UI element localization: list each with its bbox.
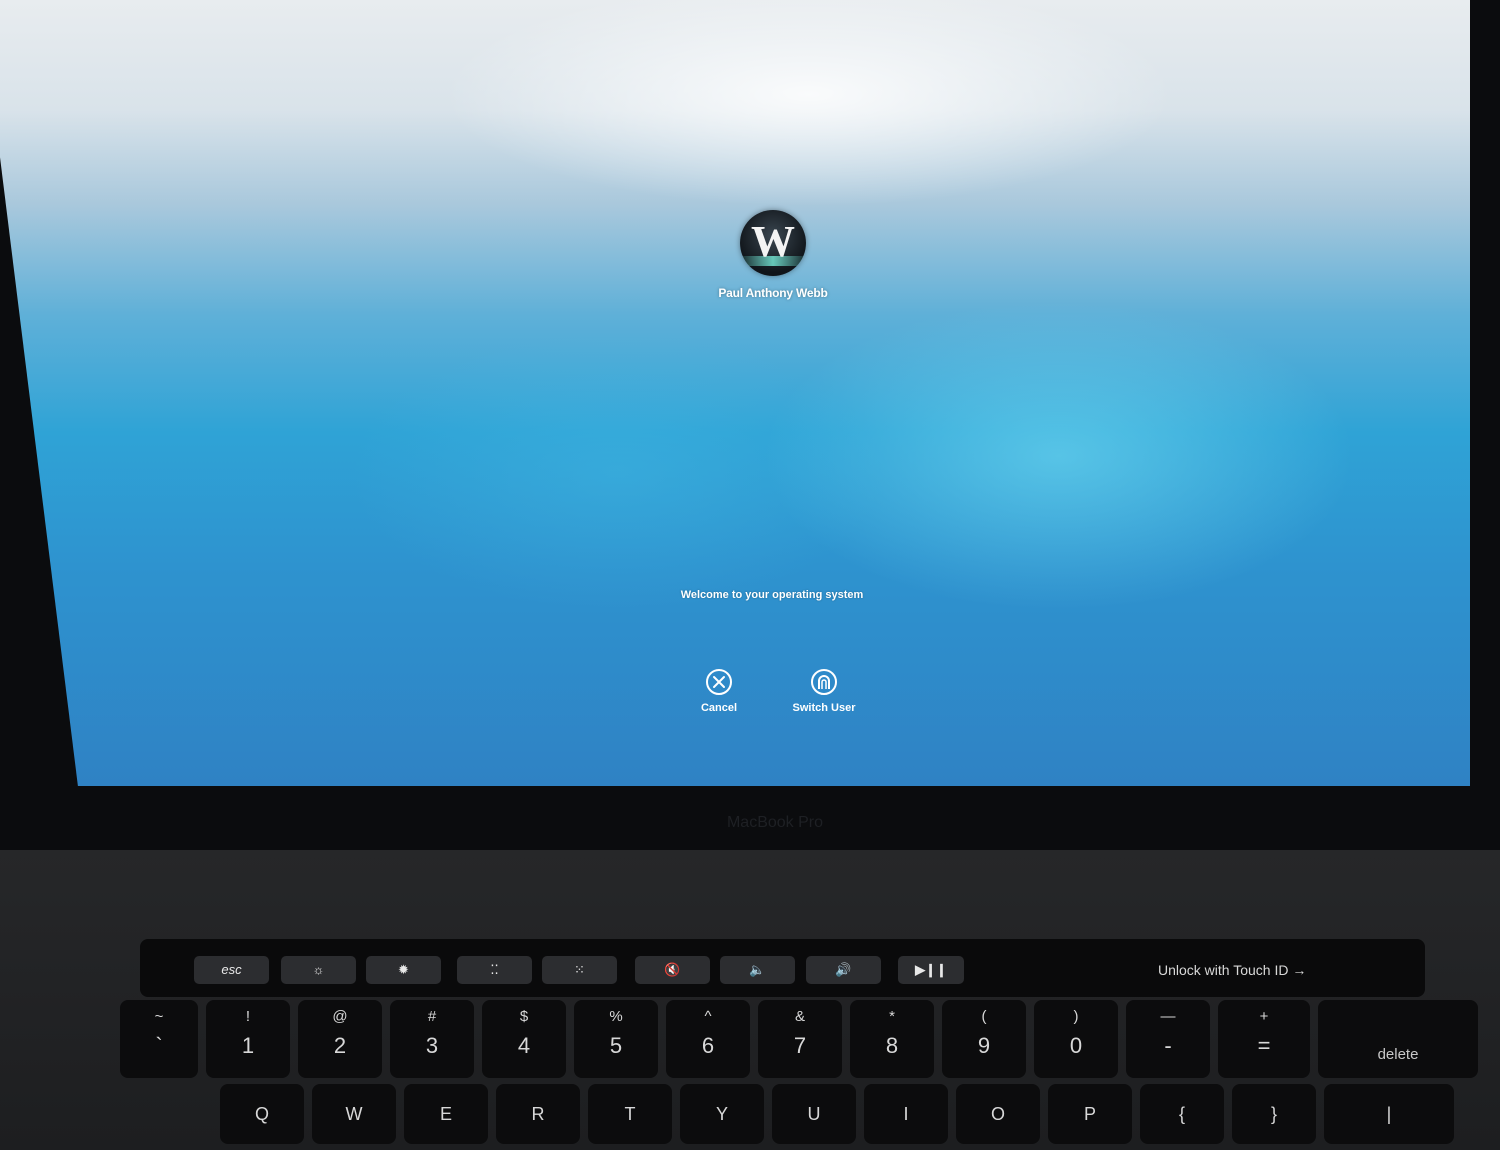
user-avatar[interactable]: W [740,210,806,276]
key-w[interactable]: W [312,1084,396,1144]
switch-user-label: Switch User [792,702,856,714]
key-backtick[interactable]: ~ ` [120,1000,198,1078]
keyboard-brightness-down-icon[interactable]: ⁚⁚ [457,956,532,984]
brightness-down-icon[interactable]: ☼ [281,956,356,984]
key-q[interactable]: Q [220,1084,304,1144]
brightness-up-icon[interactable]: ✹ [366,956,441,984]
arrow-right-icon: → [1292,962,1307,978]
key-r[interactable]: R [496,1084,580,1144]
switch-user-icon [811,669,837,695]
key-t[interactable]: T [588,1084,672,1144]
key-u[interactable]: U [772,1084,856,1144]
mute-icon[interactable]: 🔇 [635,956,710,984]
esc-key[interactable]: esc [194,956,269,984]
key-5[interactable]: % 5 [574,1000,658,1078]
key-4[interactable]: $4 [482,1000,566,1078]
key-delete[interactable]: delete [1318,1000,1478,1078]
key-minus[interactable]: — - [1126,1000,1210,1078]
user-name: Paul Anthony Webb [718,286,828,300]
key-y[interactable]: Y [680,1084,764,1144]
key-e[interactable]: E [404,1084,488,1144]
key-9[interactable]: (9 [942,1000,1026,1078]
key-1[interactable]: ! 1 [206,1000,290,1078]
key-equals[interactable]: + = [1218,1000,1310,1078]
key-6[interactable]: ^ 6 [666,1000,750,1078]
key-2[interactable]: @2 [298,1000,382,1078]
key-o[interactable]: O [956,1084,1040,1144]
keyboard-brightness-up-icon[interactable]: ⁙ [542,956,617,984]
unlock-label: Unlock with Touch ID [1158,962,1289,978]
key-8[interactable]: * 8 [850,1000,934,1078]
brand-label: MacBook Pro [726,814,824,831]
unlock-touch-id[interactable]: Unlock with Touch ID → [1158,962,1348,978]
key-p[interactable]: P [1048,1084,1132,1144]
key-left-brace[interactable]: { [1140,1084,1224,1144]
cancel-button[interactable]: Cancel [669,668,769,714]
avatar-letter: W [751,217,795,266]
welcome-message: Welcome to your operating system [680,589,864,601]
login-screen: W Paul Anthony Webb Welcome to your oper… [0,0,1470,786]
switch-user-button[interactable]: Switch User [774,668,874,714]
key-pipe[interactable]: | [1324,1084,1454,1144]
key-7[interactable]: & 7 [758,1000,842,1078]
key-right-brace[interactable]: } [1232,1084,1316,1144]
volume-down-icon[interactable]: 🔈 [720,956,795,984]
close-circle-icon [706,669,732,695]
key-i[interactable]: I [864,1084,948,1144]
volume-up-icon[interactable]: 🔊 [806,956,881,984]
cancel-label: Cancel [700,702,738,714]
key-0[interactable]: ) 0 [1034,1000,1118,1078]
key-3[interactable]: #3 [390,1000,474,1078]
play-pause-icon[interactable]: ▶❙❙ [898,956,964,984]
